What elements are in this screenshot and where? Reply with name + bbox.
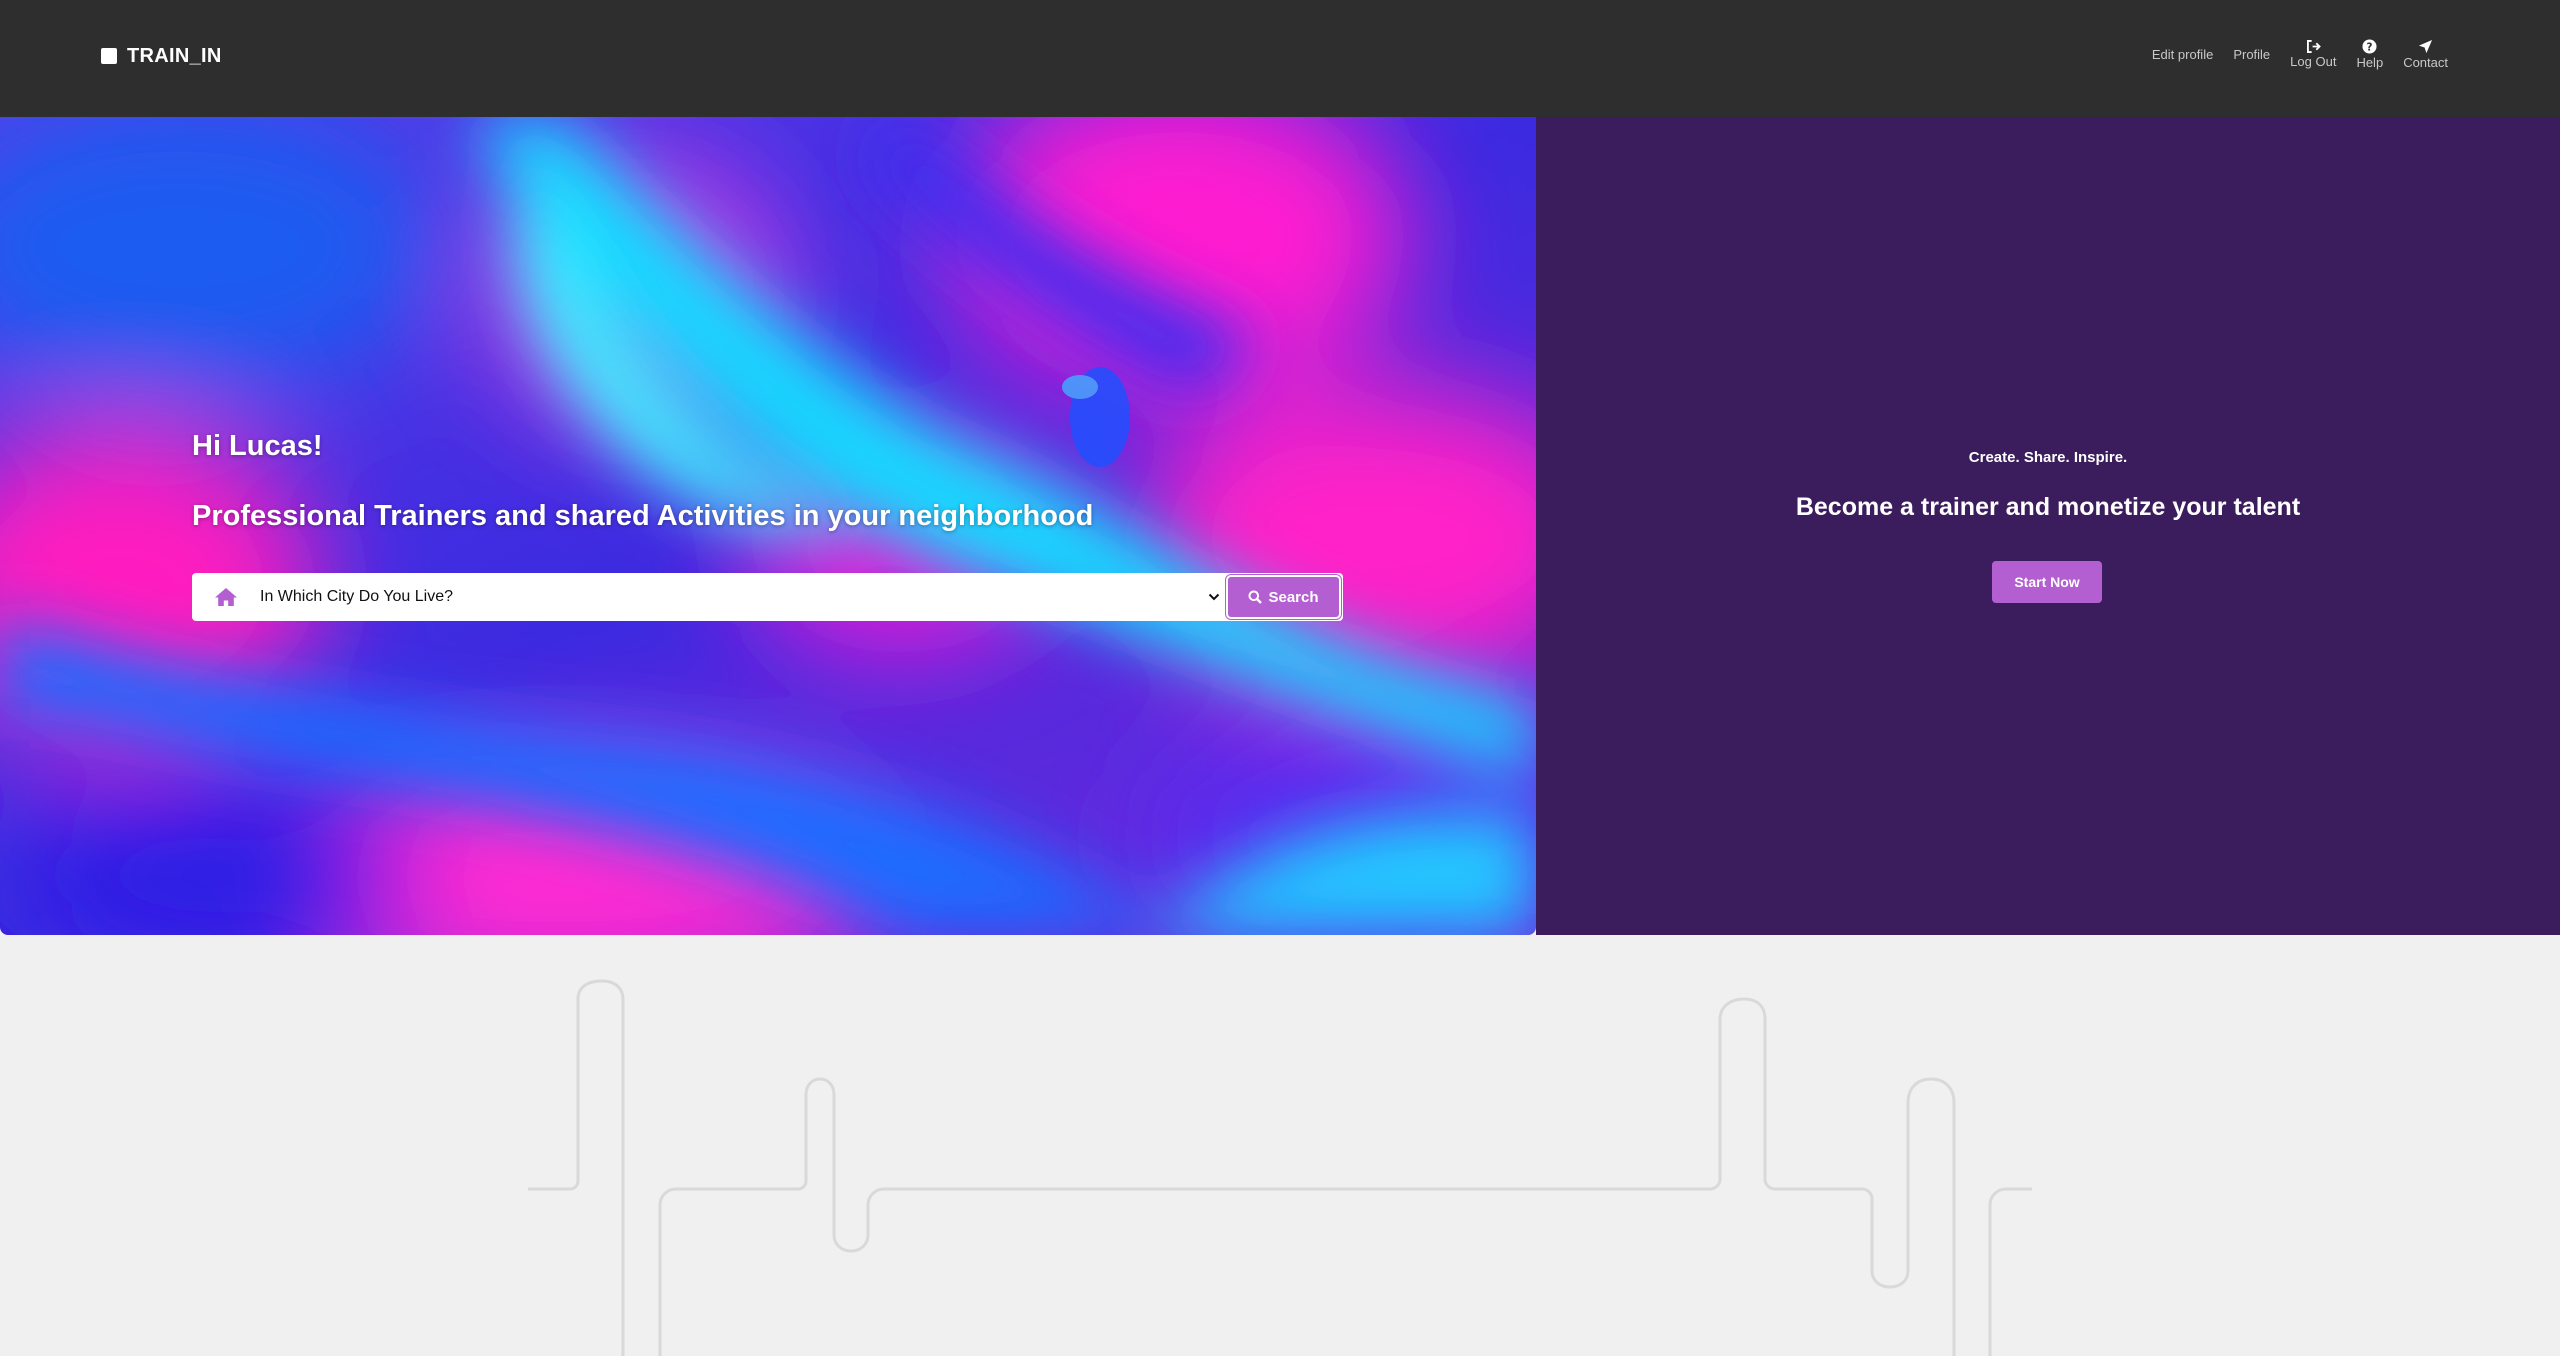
home-icon-wrap — [192, 573, 260, 621]
barbell-outline-decoration — [528, 979, 2032, 1356]
nav-edit-profile-link[interactable]: Edit profile — [2152, 47, 2213, 62]
nav-contact-link[interactable]: Contact — [2403, 39, 2448, 70]
city-select-value: In Which City Do You Live? — [260, 588, 453, 605]
top-navbar: TRAIN_IN Edit profile Profile Log Out ? … — [0, 0, 2560, 117]
nav-help-link[interactable]: ? Help — [2356, 38, 2384, 70]
hero-tagline: Professional Trainers and shared Activit… — [192, 500, 1094, 532]
nav-profile-label: Profile — [2233, 46, 2271, 62]
chevron-down-icon — [1208, 593, 1220, 601]
city-select[interactable]: In Which City Do You Live? — [260, 573, 1226, 621]
nav-contact-label: Contact — [2403, 54, 2448, 70]
brand-square-icon — [101, 48, 117, 64]
nav-logout-label: Log Out — [2290, 53, 2337, 69]
sign-out-icon — [2306, 39, 2321, 53]
search-button[interactable]: Search — [1226, 575, 1341, 619]
greeting-heading: Hi Lucas! — [192, 430, 323, 462]
brand-logo[interactable]: TRAIN_IN — [101, 42, 222, 70]
trainer-subtitle: Create. Share. Inspire. — [1968, 449, 2128, 466]
paper-plane-icon — [2419, 39, 2433, 53]
nav-help-label: Help — [2356, 54, 2384, 70]
nav-edit-profile-label: Edit profile — [2151, 46, 2214, 62]
hero-section: Hi Lucas! Professional Trainers and shar… — [0, 117, 1536, 935]
question-circle-icon: ? — [2362, 38, 2377, 54]
trainer-headline: Become a trainer and monetize your talen… — [1795, 493, 2301, 521]
svg-text:?: ? — [2367, 41, 2373, 53]
trainer-promo-panel: Create. Share. Inspire. Become a trainer… — [1536, 117, 2560, 935]
search-button-label: Search — [1268, 588, 1319, 606]
nav-profile-link[interactable]: Profile — [2233, 47, 2270, 62]
brand-name: TRAIN_IN — [127, 44, 222, 67]
home-icon — [215, 588, 237, 606]
hero-content: Hi Lucas! Professional Trainers and shar… — [192, 117, 1392, 935]
start-now-button[interactable]: Start Now — [1992, 561, 2102, 603]
nav-logout-link[interactable]: Log Out — [2290, 39, 2337, 69]
search-icon — [1248, 590, 1263, 604]
city-search-bar: In Which City Do You Live? Search — [192, 573, 1343, 621]
nav-links: Edit profile Profile Log Out ? Help Cont… — [2152, 34, 2448, 74]
